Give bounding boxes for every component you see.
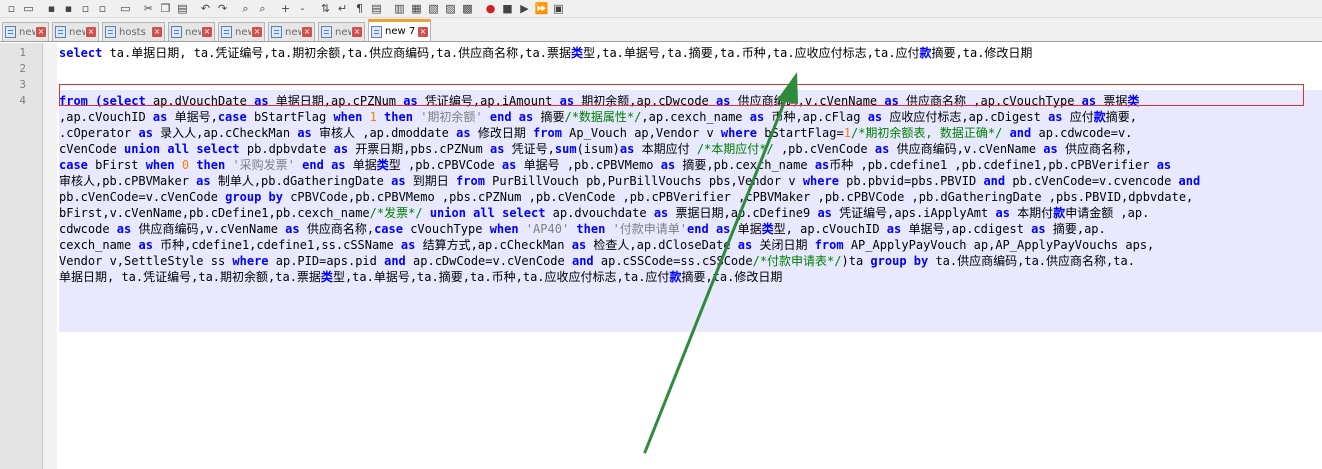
annotation-arrow bbox=[643, 72, 798, 454]
